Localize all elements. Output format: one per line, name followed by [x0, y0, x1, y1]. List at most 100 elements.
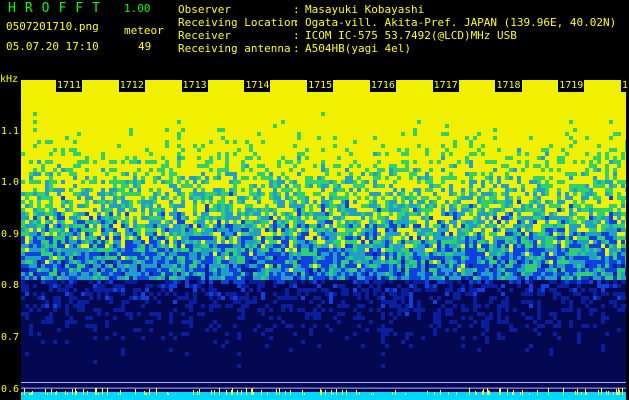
- spectrogram-cell: [289, 116, 293, 120]
- spectrogram-cell: [149, 80, 153, 84]
- spectrogram-cell: [513, 136, 517, 140]
- spectrogram-cell: [221, 124, 225, 128]
- spectrogram-cell: [65, 200, 69, 204]
- spectrogram-cell: [317, 160, 321, 164]
- spectrogram-cell: [413, 80, 417, 84]
- spectrogram-cell: [197, 136, 201, 140]
- spectrogram-cell: [157, 100, 161, 104]
- spectrogram-cell: [333, 184, 337, 188]
- spectrogram-cell: [249, 208, 253, 212]
- spectrogram-cell: [217, 152, 221, 156]
- spectrogram-cell: [37, 204, 41, 208]
- spectrogram-cell: [341, 148, 345, 152]
- spectrogram-cell: [145, 104, 149, 108]
- spectrogram-cell: [341, 172, 345, 176]
- spectrogram-cell: [449, 116, 453, 120]
- spectrogram-cell: [121, 96, 125, 100]
- spectrogram-cell: [25, 136, 29, 140]
- spectrogram-cell: [593, 176, 597, 180]
- spectrogram-cell: [457, 164, 461, 168]
- spectrogram-cell: [129, 180, 133, 184]
- spectrogram-cell: [229, 84, 233, 88]
- spectrogram-cell: [285, 152, 289, 156]
- spectrogram-cell: [185, 140, 189, 144]
- spectrogram-cell: [613, 120, 617, 124]
- spectrogram-cell: [389, 120, 393, 124]
- spectrogram-cell: [33, 204, 37, 208]
- spectrogram-cell: [133, 164, 137, 168]
- spectrogram-cell: [97, 188, 101, 192]
- spectrogram-cell: [49, 148, 53, 152]
- spectrogram-cell: [29, 140, 33, 144]
- spectrogram-cell: [461, 84, 465, 88]
- spectrogram-cell: [77, 168, 81, 172]
- spectrogram-cell: [57, 108, 61, 112]
- spectrogram-cell: [229, 124, 233, 128]
- spectrogram-cell: [617, 128, 621, 132]
- spectrogram-cell: [485, 92, 489, 96]
- spectrogram-cell: [465, 108, 469, 112]
- spectrogram-cell: [161, 164, 165, 168]
- spectrogram-cell: [197, 192, 201, 196]
- spectrogram-cell: [577, 172, 581, 176]
- spectrogram-cell: [433, 136, 437, 140]
- spectrogram-cell: [177, 100, 181, 104]
- spectrogram-cell: [301, 136, 305, 140]
- spectrogram-cell: [113, 164, 117, 168]
- spectrogram-cell: [289, 172, 293, 176]
- spectrogram-cell: [61, 160, 65, 164]
- spectrogram-cell: [585, 172, 589, 176]
- spectrogram-cell: [349, 128, 353, 132]
- spectrogram-cell: [85, 136, 89, 140]
- spectrogram-cell: [33, 172, 37, 176]
- spectrogram-cell: [165, 88, 169, 92]
- spectrogram-cell: [193, 156, 197, 160]
- spectrogram-cell: [129, 104, 133, 108]
- spectrogram-cell: [285, 96, 289, 100]
- spectrogram-cell: [501, 180, 505, 184]
- spectrogram-cell: [229, 132, 233, 136]
- spectrogram-cell: [249, 196, 253, 200]
- spectrogram-cell: [97, 96, 101, 100]
- spectrogram-cell: [69, 152, 73, 156]
- spectrogram-cell: [61, 112, 65, 116]
- spectrogram-cell: [225, 108, 229, 112]
- spectrogram-cell: [321, 100, 325, 104]
- spectrogram-cell: [101, 132, 105, 136]
- spectrogram-cell: [269, 172, 273, 176]
- spectrogram-cell: [485, 116, 489, 120]
- spectrogram-cell: [225, 164, 229, 168]
- spectrogram-cell: [405, 208, 409, 212]
- spectrogram-cell: [149, 168, 153, 172]
- spectrogram-cell: [293, 120, 297, 124]
- spectrogram-cell: [53, 136, 57, 140]
- spectrogram-cell: [489, 156, 493, 160]
- spectrogram-cell: [217, 112, 221, 116]
- spectrogram-cell: [425, 80, 429, 84]
- spectrogram-cell: [105, 104, 109, 108]
- spectrogram-cell: [305, 200, 309, 204]
- spectrogram-cell: [249, 188, 253, 192]
- spectrogram-cell: [473, 128, 477, 132]
- spectrogram-cell: [293, 88, 297, 92]
- spectrogram-cell: [197, 96, 201, 100]
- spectrogram-cell: [565, 132, 569, 136]
- spectrogram-cell: [517, 148, 521, 152]
- spectrogram-cell: [337, 100, 341, 104]
- spectrogram-cell: [201, 184, 205, 188]
- spectrogram-cell: [429, 156, 433, 160]
- spectrogram-cell: [485, 96, 489, 100]
- spectrogram-cell: [45, 84, 49, 88]
- spectrogram-cell: [557, 152, 561, 156]
- spectrogram-cell: [361, 200, 365, 204]
- spectrogram-cell: [337, 124, 341, 128]
- spectrogram-cell: [149, 176, 153, 180]
- spectrogram-cell: [165, 192, 169, 196]
- spectrogram-cell: [293, 84, 297, 88]
- spectrogram-cell: [65, 104, 69, 108]
- spectrogram-cell: [85, 88, 89, 92]
- spectrogram-cell: [325, 208, 329, 212]
- spectrogram-cell: [221, 84, 225, 88]
- spectrogram-cell: [81, 124, 85, 128]
- spectrogram-cell: [421, 152, 425, 156]
